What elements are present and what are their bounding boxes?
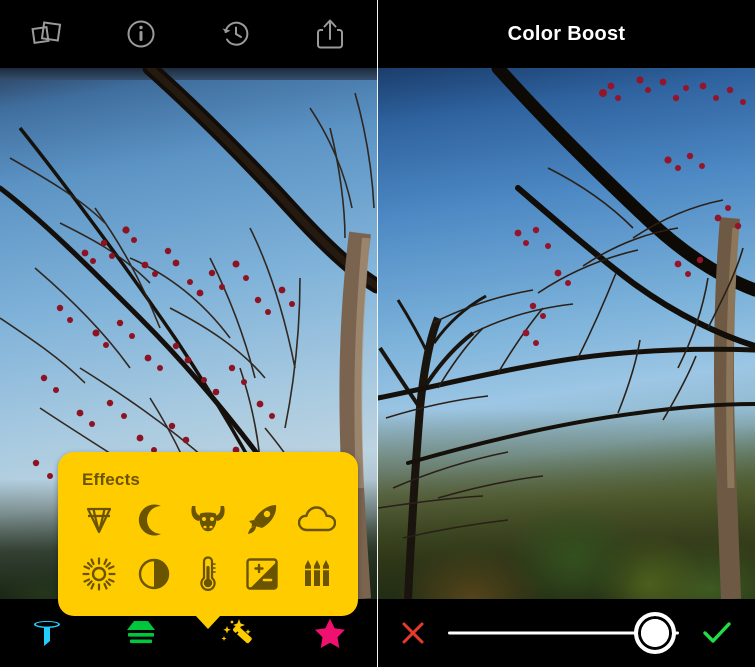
layers-icon[interactable] [117, 609, 165, 657]
left-screen: Effects [0, 0, 377, 667]
close-x-icon[interactable] [396, 616, 430, 650]
exposure-icon[interactable] [238, 550, 286, 598]
history-icon[interactable] [214, 12, 258, 56]
diamond-icon[interactable] [75, 496, 123, 544]
star-icon[interactable] [306, 609, 354, 657]
contrast-icon[interactable] [130, 550, 178, 598]
adjust-controls [378, 599, 755, 667]
popup-tail [195, 615, 221, 629]
bull-icon[interactable] [184, 496, 232, 544]
page-title: Color Boost [507, 22, 626, 45]
share-icon[interactable] [308, 12, 352, 56]
crayons-icon[interactable] [293, 550, 341, 598]
info-icon[interactable] [119, 12, 163, 56]
slider-knob[interactable] [633, 612, 676, 654]
tree-branches [378, 68, 755, 599]
cloud-icon[interactable] [293, 496, 341, 544]
filter-funnel-icon[interactable] [23, 609, 71, 657]
top-toolbar [0, 0, 377, 68]
photo-canvas-right[interactable] [378, 68, 755, 599]
dual-screenshot-comparison: Effects Color Boost [0, 0, 755, 667]
effects-grid [72, 496, 344, 598]
moon-icon[interactable] [130, 496, 178, 544]
effects-popup: Effects [58, 452, 358, 629]
right-screen: Color Boost [378, 0, 755, 667]
sun-icon[interactable] [75, 550, 123, 598]
color-boost-slider[interactable] [440, 610, 687, 656]
photo-stack-icon[interactable] [25, 12, 69, 56]
title-bar: Color Boost [378, 0, 755, 68]
checkmark-icon[interactable] [697, 616, 737, 650]
effects-popup-title: Effects [82, 470, 141, 489]
thermometer-icon[interactable] [184, 550, 232, 598]
rocket-icon[interactable] [238, 496, 286, 544]
